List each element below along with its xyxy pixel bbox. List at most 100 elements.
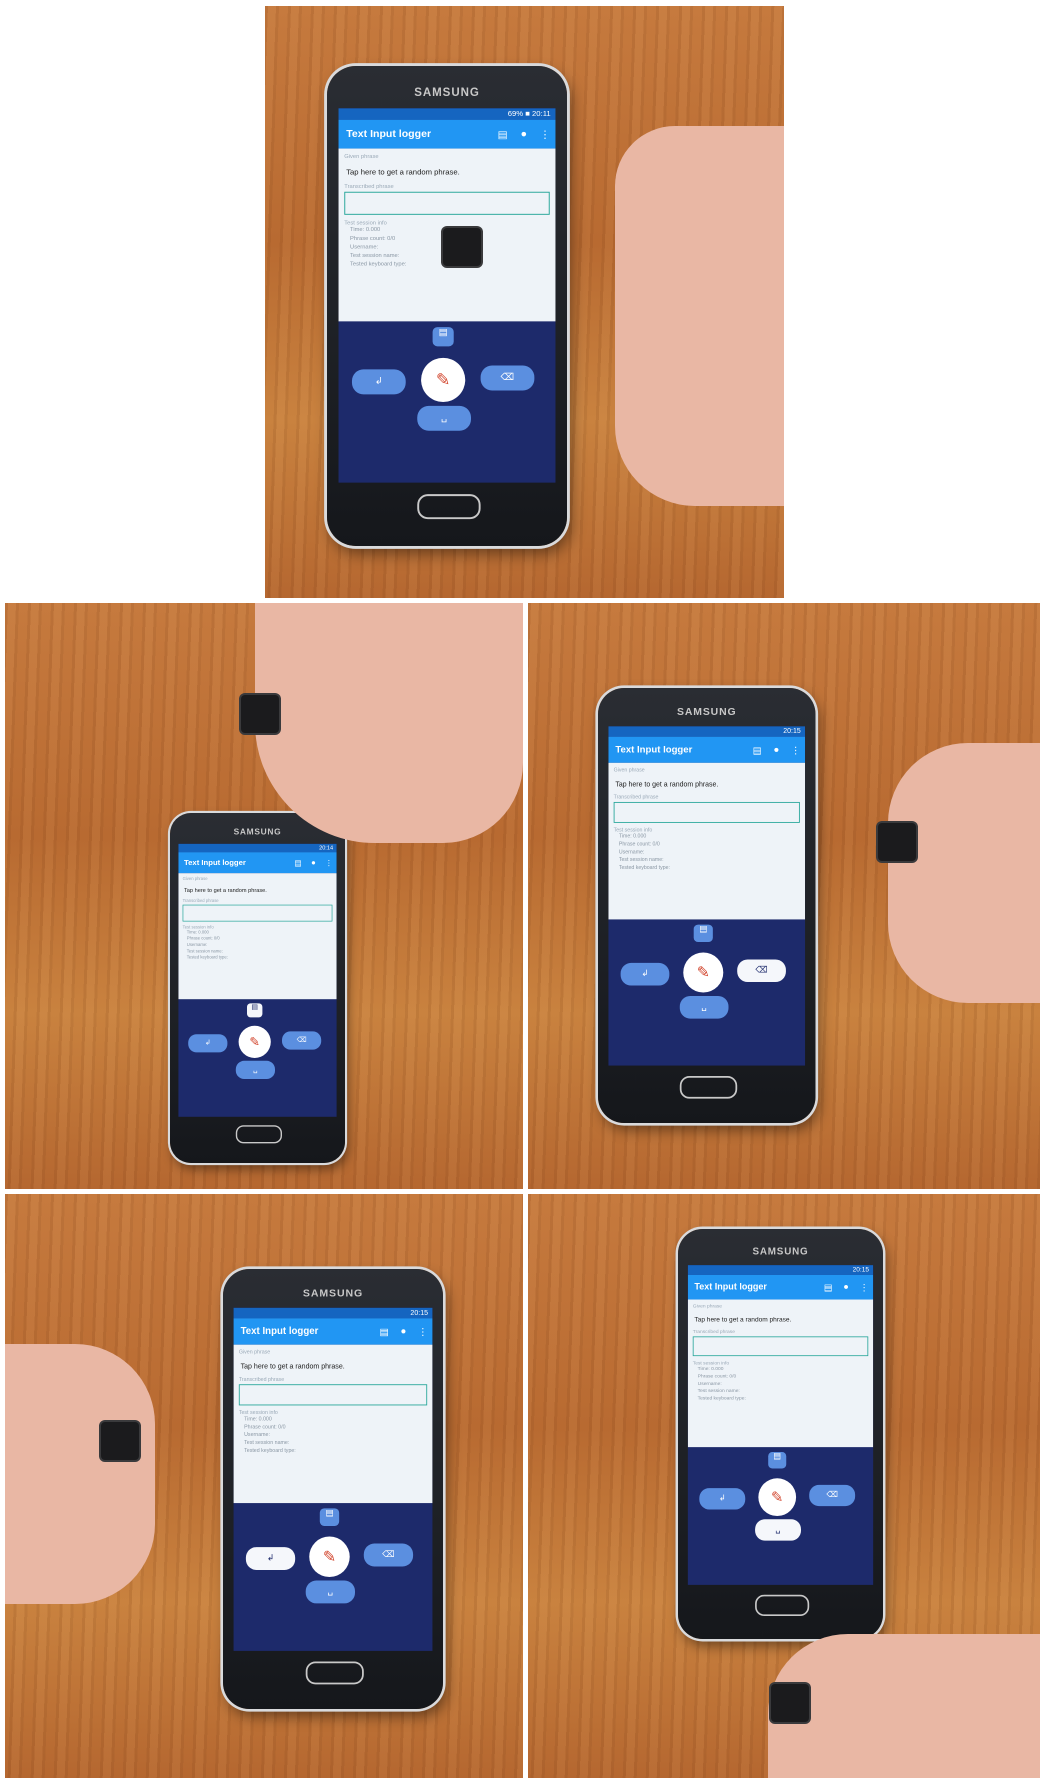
backspace-key[interactable]: ⌫ [737, 959, 786, 983]
status-bar: 20:15 [233, 1307, 433, 1319]
given-phrase[interactable]: Tap here to get a random phrase. [184, 887, 331, 893]
magnetic-cube [241, 695, 279, 733]
more-icon[interactable]: ⋮ [321, 858, 336, 867]
session-info-lines: Time: 0.000 Phrase count: 0/0 Username: … [614, 833, 800, 872]
phone: SAMSUNG 20:15 Text Input logger ▤ ● ⋮ Gi… [223, 1269, 443, 1709]
transcribed-phrase-field[interactable] [613, 801, 800, 823]
phone: SAMSUNG 69% ■ 20:11 Text Input logger ▤ … [327, 66, 567, 546]
status-bar: 20:15 [608, 726, 806, 737]
magnetic-cube [101, 1422, 139, 1460]
home-button [417, 494, 481, 520]
session-keyboard-type: Tested keyboard type: [697, 1396, 746, 1402]
doc-key[interactable]: ▤ [432, 327, 454, 347]
phone-screen: 20:15 Text Input logger ▤ ● ⋮ Given phra… [233, 1307, 433, 1651]
clipboard-icon[interactable]: ▤ [819, 1282, 837, 1293]
pen-key[interactable]: ✎ [421, 357, 466, 402]
pen-key[interactable]: ✎ [758, 1478, 797, 1516]
transcribed-phrase-label: Transcribed phrase [344, 184, 394, 190]
app-title: Text Input logger [346, 128, 432, 140]
space-key[interactable]: ␣ [235, 1060, 275, 1079]
clipboard-icon[interactable]: ▤ [748, 744, 767, 755]
pen-key[interactable]: ✎ [238, 1025, 271, 1058]
session-phrase-count: Phrase count: 0/0 [697, 1374, 737, 1380]
transcribed-phrase-field[interactable] [344, 191, 550, 215]
phone-screen: 20:15 Text Input logger ▤ ● ⋮ Given phra… [608, 726, 806, 1066]
session-keyboard-type: Tested keyboard type: [618, 865, 670, 871]
hand [888, 743, 1040, 1003]
more-icon[interactable]: ⋮ [534, 128, 555, 141]
session-username: Username: [618, 849, 645, 856]
transcribed-phrase-label: Transcribed phrase [692, 1329, 735, 1335]
session-info-lines: Time: 0.000 Phrase count: 0/0 Username: … [239, 1416, 427, 1456]
hand [255, 603, 523, 843]
user-icon[interactable]: ● [767, 745, 786, 755]
given-phrase-label: Given phrase [182, 877, 208, 882]
doc-key[interactable]: ▤ [319, 1508, 340, 1526]
app-title: Text Input logger [240, 1326, 319, 1337]
photo-panel-mid-right: SAMSUNG 20:15 Text Input logger ▤ ● ⋮ Gi… [528, 603, 1040, 1189]
space-key[interactable]: ␣ [679, 995, 729, 1019]
transcribed-phrase-label: Transcribed phrase [613, 795, 659, 801]
phone-screen: 20:15 Text Input logger ▤ ● ⋮ Given phra… [687, 1265, 874, 1585]
phone-brand: SAMSUNG [752, 1245, 809, 1257]
more-icon[interactable]: ⋮ [786, 744, 805, 755]
doc-key[interactable]: ▤ [247, 1003, 263, 1018]
session-name: Test session name: [244, 1440, 290, 1446]
given-phrase[interactable]: Tap here to get a random phrase. [615, 780, 798, 788]
user-icon[interactable]: ● [394, 1326, 413, 1337]
enter-key[interactable]: ↲ [245, 1547, 296, 1570]
photo-panel-top: SAMSUNG 69% ■ 20:11 Text Input logger ▤ … [265, 6, 784, 598]
transcribed-phrase-field[interactable] [182, 904, 333, 922]
transcribed-phrase-field[interactable] [692, 1336, 869, 1357]
space-key[interactable]: ␣ [755, 1519, 801, 1541]
session-info-lines: Time: 0.000 Phrase count: 0/0 Username: … [693, 1366, 868, 1403]
session-time: Time: 0.000 [244, 1416, 272, 1423]
phone: SAMSUNG 20:14 Text Input logger ▤ ● ⋮ Gi… [170, 813, 345, 1163]
given-phrase[interactable]: Tap here to get a random phrase. [241, 1362, 426, 1370]
status-time: 20:15 [783, 727, 801, 735]
user-icon[interactable]: ● [837, 1282, 855, 1292]
app-bar: Text Input logger ▤ ● ⋮ [233, 1318, 433, 1345]
backspace-key[interactable]: ⌫ [480, 365, 535, 391]
enter-key[interactable]: ↲ [620, 962, 670, 986]
user-icon[interactable]: ● [306, 859, 321, 867]
session-username: Username: [697, 1381, 722, 1387]
phone: SAMSUNG 20:15 Text Input logger ▤ ● ⋮ Gi… [678, 1229, 883, 1639]
more-icon[interactable]: ⋮ [855, 1282, 873, 1293]
app-content: Given phrase Tap here to get a random ph… [178, 873, 337, 1000]
app-content: Given phrase Tap here to get a random ph… [687, 1299, 874, 1448]
given-phrase-label: Given phrase [344, 154, 379, 161]
more-icon[interactable]: ⋮ [413, 1326, 432, 1338]
given-phrase[interactable]: Tap here to get a random phrase. [694, 1316, 866, 1323]
clipboard-icon[interactable]: ▤ [374, 1326, 393, 1338]
doc-key[interactable]: ▤ [693, 924, 713, 943]
transcribed-phrase-field[interactable] [238, 1384, 428, 1406]
magnetic-cube [771, 1684, 809, 1722]
session-phrase-count: Phrase count: 0/0 [244, 1424, 286, 1431]
space-key[interactable]: ␣ [417, 405, 471, 431]
pen-key[interactable]: ✎ [309, 1536, 350, 1577]
backspace-key[interactable]: ⌫ [809, 1484, 856, 1507]
enter-key[interactable]: ↲ [351, 369, 406, 395]
app-bar: Text Input logger ▤ ● ⋮ [338, 119, 556, 149]
user-icon[interactable]: ● [513, 128, 534, 140]
backspace-key[interactable]: ⌫ [363, 1543, 414, 1567]
enter-key[interactable]: ↲ [188, 1034, 228, 1053]
given-phrase[interactable]: Tap here to get a random phrase. [346, 168, 548, 177]
enter-key[interactable]: ↲ [699, 1488, 746, 1510]
phone-screen: 20:14 Text Input logger ▤ ● ⋮ Given phra… [178, 843, 337, 1117]
space-key[interactable]: ␣ [305, 1580, 355, 1604]
app-bar: Text Input logger ▤ ● ⋮ [687, 1274, 874, 1300]
transcribed-phrase-label: Transcribed phrase [182, 899, 219, 904]
app-title: Text Input logger [694, 1282, 767, 1293]
photo-panel-bottom-right: SAMSUNG 20:15 Text Input logger ▤ ● ⋮ Gi… [528, 1194, 1040, 1778]
clipboard-icon[interactable]: ▤ [492, 128, 513, 141]
backspace-key[interactable]: ⌫ [282, 1031, 322, 1050]
phone-brand: SAMSUNG [414, 85, 480, 99]
app-content: Given phrase Tap here to get a random ph… [608, 762, 806, 920]
session-keyboard-type: Tested keyboard type: [244, 1448, 296, 1454]
clipboard-icon[interactable]: ▤ [290, 858, 305, 867]
status-text: 69% ■ 20:11 [507, 109, 551, 118]
doc-key[interactable]: ▤ [768, 1452, 787, 1469]
pen-key[interactable]: ✎ [683, 952, 724, 993]
